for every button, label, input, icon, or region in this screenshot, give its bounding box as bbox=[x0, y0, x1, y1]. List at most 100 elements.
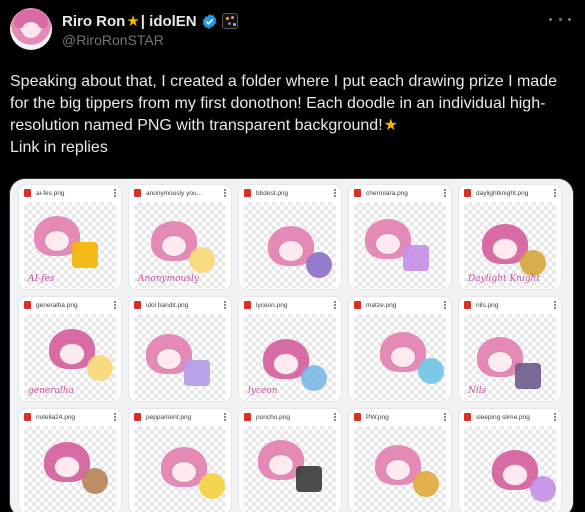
file-tile[interactable]: nutella24.png bbox=[19, 409, 121, 512]
doodle-face bbox=[273, 353, 299, 375]
file-more-icon[interactable] bbox=[224, 413, 226, 421]
file-tile-header: lyceon.png bbox=[239, 297, 341, 313]
file-tile[interactable]: peppament.png bbox=[129, 409, 231, 512]
file-name: daylightknight.png bbox=[476, 189, 529, 197]
doodle-accent bbox=[87, 355, 113, 381]
file-tile[interactable]: lyceon.png lyceon bbox=[239, 297, 341, 401]
image-file-icon bbox=[134, 413, 141, 421]
file-tile[interactable]: cherrolara.png bbox=[349, 185, 451, 289]
doodle-accent bbox=[418, 358, 444, 384]
file-tile[interactable]: generalha.png generalha bbox=[19, 297, 121, 401]
file-name: anonymously you... bbox=[146, 189, 203, 197]
file-thumbnail[interactable] bbox=[464, 426, 556, 512]
file-tile[interactable]: daylightknight.png Daylight Knight bbox=[459, 185, 561, 289]
doodle-face bbox=[278, 240, 304, 262]
image-file-icon bbox=[354, 189, 361, 197]
file-more-icon[interactable] bbox=[554, 301, 556, 309]
file-thumbnail[interactable]: Daylight Knight bbox=[464, 202, 556, 288]
doodle-face bbox=[161, 235, 187, 257]
doodle-caption: Anonymously bbox=[138, 274, 199, 284]
file-name: nils.png bbox=[476, 301, 499, 309]
doodle-face bbox=[385, 459, 411, 481]
file-more-icon[interactable] bbox=[334, 301, 336, 309]
image-file-icon bbox=[464, 189, 471, 197]
doodle-face bbox=[492, 238, 518, 260]
file-name: generalha.png bbox=[36, 301, 78, 309]
tweet-media-image[interactable]: ai-fes.png AI-fes anonymously you... Ano… bbox=[9, 178, 574, 512]
file-more-icon[interactable] bbox=[334, 413, 336, 421]
file-thumbnail[interactable]: Anonymously bbox=[134, 202, 226, 288]
affiliate-badge-icon[interactable] bbox=[221, 13, 238, 29]
file-more-icon[interactable] bbox=[114, 301, 116, 309]
file-thumbnail[interactable]: AI-fes bbox=[24, 202, 116, 288]
file-tile-header: poncho.png bbox=[239, 409, 341, 425]
doodle-accent bbox=[184, 360, 210, 386]
doodle-accent bbox=[515, 363, 541, 389]
file-name: idol bandit.png bbox=[146, 301, 189, 309]
file-tile-header: bbdest.png bbox=[239, 185, 341, 201]
file-more-icon[interactable] bbox=[554, 189, 556, 197]
file-thumbnail[interactable]: Nils bbox=[464, 314, 556, 400]
doodle-accent bbox=[413, 471, 439, 497]
file-more-icon[interactable] bbox=[444, 413, 446, 421]
file-tile[interactable]: nils.png Nils bbox=[459, 297, 561, 401]
image-file-icon bbox=[354, 301, 361, 309]
verified-badge-icon[interactable] bbox=[201, 13, 218, 30]
file-name: peppament.png bbox=[146, 413, 192, 421]
author-display-name[interactable]: Riro Ron bbox=[62, 13, 125, 30]
file-thumbnail[interactable]: generalha bbox=[24, 314, 116, 400]
file-thumbnail[interactable] bbox=[354, 314, 446, 400]
file-thumbnail[interactable] bbox=[134, 314, 226, 400]
file-thumbnail[interactable] bbox=[134, 426, 226, 512]
author-handle[interactable]: @RiroRonSTAR bbox=[62, 32, 164, 48]
file-more-icon[interactable] bbox=[334, 189, 336, 197]
file-name: matze.png bbox=[366, 301, 397, 309]
file-more-icon[interactable] bbox=[114, 189, 116, 197]
file-tile-header: ai-fes.png bbox=[19, 185, 121, 201]
file-thumbnail[interactable] bbox=[354, 426, 446, 512]
file-tile[interactable]: ai-fes.png AI-fes bbox=[19, 185, 121, 289]
file-more-icon[interactable] bbox=[444, 189, 446, 197]
image-file-icon bbox=[24, 189, 31, 197]
file-more-icon[interactable] bbox=[554, 413, 556, 421]
doodle-caption: Nils bbox=[468, 386, 487, 396]
author-name-suffix[interactable]: | idolEN bbox=[141, 13, 197, 30]
doodle-face bbox=[44, 230, 70, 252]
file-thumbnail[interactable] bbox=[354, 202, 446, 288]
doodle-accent bbox=[301, 365, 327, 391]
file-more-icon[interactable] bbox=[114, 413, 116, 421]
file-tile[interactable]: bbdest.png bbox=[239, 185, 341, 289]
file-more-icon[interactable] bbox=[224, 301, 226, 309]
file-tile-header: idol bandit.png bbox=[129, 297, 231, 313]
file-tile-header: generalha.png bbox=[19, 297, 121, 313]
doodle-caption: AI-fes bbox=[28, 274, 55, 284]
doodle-accent bbox=[403, 245, 429, 271]
file-more-icon[interactable] bbox=[444, 301, 446, 309]
file-thumbnail[interactable]: lyceon bbox=[244, 314, 336, 400]
image-file-icon bbox=[134, 189, 141, 197]
file-tile[interactable]: idol bandit.png bbox=[129, 297, 231, 401]
file-name: PW.png bbox=[366, 413, 389, 421]
file-tile[interactable]: anonymously you... Anonymously bbox=[129, 185, 231, 289]
file-thumbnail[interactable] bbox=[244, 426, 336, 512]
author-name-row[interactable]: Riro Ron ★ | idolEN bbox=[62, 11, 238, 31]
avatar[interactable] bbox=[10, 8, 52, 50]
file-tile[interactable]: poncho.png bbox=[239, 409, 341, 512]
file-more-icon[interactable] bbox=[224, 189, 226, 197]
image-file-icon bbox=[244, 413, 251, 421]
file-name: bbdest.png bbox=[256, 189, 289, 197]
image-file-icon bbox=[354, 413, 361, 421]
doodle-accent bbox=[199, 473, 225, 499]
file-thumbnail[interactable] bbox=[244, 202, 336, 288]
tweet-body-tail: Link in replies bbox=[10, 139, 108, 156]
file-tile[interactable]: PW.png bbox=[349, 409, 451, 512]
file-tile[interactable]: matze.png bbox=[349, 297, 451, 401]
more-options-icon[interactable] bbox=[549, 10, 571, 28]
doodle-caption: lyceon bbox=[248, 386, 278, 396]
doodle-accent bbox=[306, 252, 332, 278]
file-tile-header: anonymously you... bbox=[129, 185, 231, 201]
image-file-icon bbox=[134, 301, 141, 309]
file-tile[interactable]: sleeping slime.png bbox=[459, 409, 561, 512]
doodle-face bbox=[375, 233, 401, 255]
file-thumbnail[interactable] bbox=[24, 426, 116, 512]
